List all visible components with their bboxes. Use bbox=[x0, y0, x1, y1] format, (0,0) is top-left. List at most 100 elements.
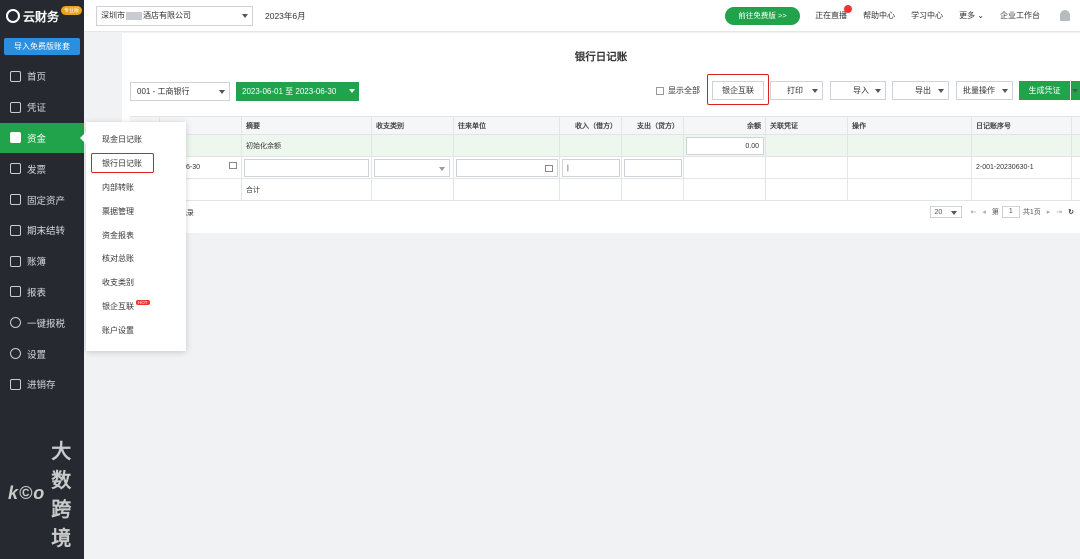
submenu-income-expense-category[interactable]: 收支类别 bbox=[86, 271, 186, 295]
sidebar-item-settings[interactable]: 设置 bbox=[0, 338, 84, 369]
col-expense: 支出（贷方） bbox=[622, 117, 684, 134]
sidebar-item-fixed-assets[interactable]: 固定资产 bbox=[0, 184, 84, 215]
top-bar: 深圳市 酒店有限公司 2023年6月 前往免费版 >> 正在直播 帮助中心 学习… bbox=[84, 0, 1080, 32]
hot-badge: HOT bbox=[136, 299, 150, 305]
watermark-text: 大数跨境 bbox=[51, 441, 73, 550]
summary-input[interactable] bbox=[244, 159, 369, 177]
counterparty-cell bbox=[454, 157, 560, 178]
page-prefix: 第 bbox=[991, 209, 999, 216]
col-operation: 操作 bbox=[848, 117, 972, 134]
sidebar-item-period-close[interactable]: 期末结转 bbox=[0, 215, 84, 246]
counterparty-cell bbox=[454, 179, 560, 200]
more-menu[interactable]: 更多 ⌄ bbox=[959, 10, 984, 21]
chevron-down-icon bbox=[349, 88, 355, 93]
sidebar-item-label: 凭证 bbox=[27, 103, 47, 115]
sidebar-item-invoice[interactable]: 发票 bbox=[0, 153, 84, 184]
company-name-prefix: 深圳市 bbox=[101, 11, 125, 20]
linked-voucher-cell bbox=[766, 135, 848, 156]
bank-account-select[interactable]: 001 - 工商银行 bbox=[130, 81, 230, 101]
submenu-account-settings[interactable]: 账户设置 bbox=[86, 318, 186, 342]
live-badge-icon bbox=[844, 5, 853, 13]
submenu-internal-transfer[interactable]: 内部转账 bbox=[86, 176, 186, 200]
refresh-icon[interactable]: ↻ bbox=[1068, 208, 1074, 216]
chevron-down-icon bbox=[1002, 89, 1008, 93]
export-label: 导出 bbox=[915, 86, 931, 95]
main-content: 银行日记账 001 - 工商银行 2023-06-01 至 2023-06-30… bbox=[84, 33, 1080, 559]
chevron-down-icon bbox=[242, 13, 248, 18]
watermark: k©o 大数跨境 bbox=[8, 435, 84, 551]
sidebar-item-home[interactable]: 首页 bbox=[0, 61, 84, 92]
company-select[interactable]: 深圳市 酒店有限公司 bbox=[96, 5, 253, 26]
counterparty-input[interactable] bbox=[456, 159, 558, 177]
table-header-row: 日期 摘要 收支类别 往来单位 收入（借方） 支出（贷方） 余额 关联凭证 操作… bbox=[130, 117, 1080, 135]
next-page-icon[interactable]: ▸ bbox=[1047, 208, 1051, 216]
sidebar-item-report[interactable]: 报表 bbox=[0, 277, 84, 308]
learning-center-link[interactable]: 学习中心 bbox=[911, 10, 943, 21]
cloud-logo-icon bbox=[6, 9, 20, 23]
sidebar-item-label: 报表 bbox=[27, 287, 47, 299]
sidebar-item-inventory[interactable]: 进销存 bbox=[0, 369, 84, 400]
submenu-cash-journal[interactable]: 现金日记账 bbox=[86, 128, 186, 152]
period-close-icon bbox=[10, 224, 21, 236]
calendar-icon[interactable] bbox=[229, 162, 237, 169]
date-range-select[interactable]: 2023-06-01 至 2023-06-30 bbox=[236, 81, 359, 101]
page-total: 共1页 bbox=[1022, 209, 1041, 216]
income-input[interactable]: | bbox=[562, 159, 620, 177]
help-center-link[interactable]: 帮助中心 bbox=[863, 10, 895, 21]
redacted-text bbox=[126, 11, 142, 20]
table-row-total: 合计 bbox=[130, 179, 1080, 201]
bell-icon[interactable] bbox=[1060, 10, 1070, 21]
import-free-account-button[interactable]: 导入免费版账套 bbox=[4, 38, 80, 55]
pagination: 20 ⇤ ◂ 第 1 共1页 ▸ ⇥ ↻ bbox=[930, 206, 1074, 218]
col-serial: 日记账序号 bbox=[972, 117, 1072, 134]
show-all-toggle[interactable]: 显示全部 bbox=[656, 85, 700, 96]
import-button[interactable]: 导入 bbox=[830, 81, 886, 100]
sidebar-item-voucher[interactable]: 凭证 bbox=[0, 92, 84, 123]
show-all-checkbox[interactable] bbox=[656, 86, 664, 95]
sidebar-item-label: 期末结转 bbox=[27, 226, 66, 238]
date-range-value: 2023-06-01 至 2023-06-30 bbox=[242, 86, 337, 96]
sidebar-item-tax[interactable]: 一键报税 bbox=[0, 307, 84, 338]
print-button[interactable]: 打印 bbox=[770, 81, 823, 100]
enterprise-workbench-link[interactable]: 企业工作台 bbox=[1000, 10, 1040, 21]
submenu-bill-management[interactable]: 票据管理 bbox=[86, 199, 186, 223]
submenu-bank-link[interactable]: 银企互联 HOT bbox=[86, 295, 186, 319]
col-balance: 余额 bbox=[684, 117, 766, 134]
go-free-version-button[interactable]: 前往免费版 >> bbox=[725, 6, 801, 25]
submenu-funds-report[interactable]: 资金报表 bbox=[86, 223, 186, 247]
expense-cell bbox=[622, 179, 684, 200]
opening-balance-input[interactable]: 0.00 bbox=[686, 137, 764, 155]
expense-cell bbox=[622, 135, 684, 156]
sidebar-item-ledger[interactable]: 账簿 bbox=[0, 246, 84, 277]
balance-cell: 0.00 bbox=[684, 135, 766, 156]
prev-page-icon[interactable]: ◂ bbox=[982, 208, 986, 216]
export-button[interactable]: 导出 bbox=[892, 81, 949, 100]
balance-cell bbox=[684, 179, 766, 200]
app-logo[interactable]: 云财务 专业版 bbox=[0, 0, 84, 32]
live-link[interactable]: 正在直播 bbox=[815, 5, 853, 21]
page-size-select[interactable]: 20 bbox=[930, 206, 963, 218]
sidebar-item-label: 一键报税 bbox=[27, 318, 66, 330]
batch-operation-button[interactable]: 批量操作 bbox=[956, 81, 1013, 100]
toolbar: 001 - 工商银行 2023-06-01 至 2023-06-30 显示全部 … bbox=[130, 74, 1080, 105]
funds-submenu: 现金日记账 银行日记账 内部转账 票据管理 资金报表 核对总账 收支类别 银企互… bbox=[80, 122, 186, 351]
col-linked-voucher: 关联凭证 bbox=[766, 117, 848, 134]
page-title: 银行日记账 bbox=[574, 51, 628, 63]
chevron-down-icon bbox=[812, 89, 818, 93]
summary-cell: 初始化余额 bbox=[242, 135, 372, 156]
summary-cell: 合计 bbox=[242, 179, 372, 200]
generate-voucher-dropdown[interactable] bbox=[1071, 81, 1080, 100]
first-page-icon[interactable]: ⇤ bbox=[970, 208, 976, 216]
generate-voucher-button[interactable]: 生成凭证 bbox=[1019, 81, 1070, 100]
serial-cell bbox=[972, 179, 1072, 200]
expense-input[interactable] bbox=[624, 159, 682, 177]
date-value[interactable]: 6-30 bbox=[186, 164, 200, 171]
category-select[interactable] bbox=[374, 159, 450, 177]
sidebar-item-funds[interactable]: 资金 bbox=[0, 122, 84, 154]
page-number-input[interactable]: 1 bbox=[1001, 206, 1020, 218]
submenu-reconcile-ledger[interactable]: 核对总账 bbox=[86, 247, 186, 271]
last-page-icon[interactable]: ⇥ bbox=[1056, 208, 1062, 216]
list-picker-icon[interactable] bbox=[545, 165, 553, 172]
home-icon bbox=[10, 70, 21, 82]
inventory-icon bbox=[10, 378, 21, 390]
